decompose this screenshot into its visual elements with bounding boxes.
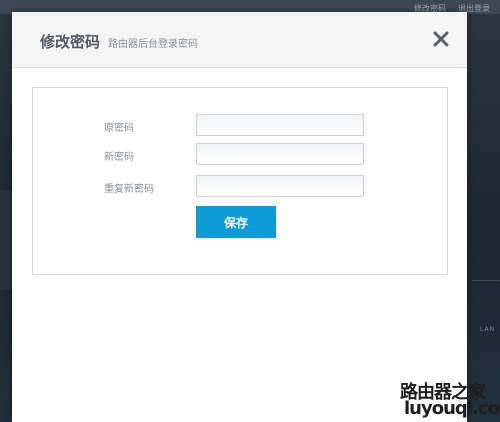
close-button[interactable] <box>431 29 451 49</box>
confirm-password-input[interactable] <box>196 175 364 197</box>
password-form: 原密码 新密码 重复新密码 保存 <box>32 87 448 275</box>
form-row-old-password: 原密码 <box>33 114 447 136</box>
form-row-new-password: 新密码 <box>33 143 447 165</box>
form-row-confirm-password: 重复新密码 <box>33 175 447 197</box>
dialog-header: 修改密码 路由器后台登录密码 <box>12 12 467 68</box>
site-watermark: 路由器之家 luyouqi.com <box>398 378 500 422</box>
close-icon <box>433 31 449 47</box>
old-password-label: 原密码 <box>104 123 134 134</box>
backdrop-lan-label: LAN <box>480 326 496 333</box>
dialog-subtitle: 路由器后台登录密码 <box>108 39 198 50</box>
confirm-password-label: 重复新密码 <box>104 184 154 195</box>
backdrop-divider <box>472 280 500 281</box>
dialog-title: 修改密码 <box>40 33 101 51</box>
new-password-label: 新密码 <box>104 152 134 163</box>
new-password-input[interactable] <box>196 143 364 165</box>
change-password-dialog: 修改密码 路由器后台登录密码 原密码 新密码 重复新密码 保存 <box>12 12 467 422</box>
watermark-line2: luyouqi.com <box>404 398 500 419</box>
save-button[interactable]: 保存 <box>196 206 276 238</box>
old-password-input[interactable] <box>196 114 364 136</box>
